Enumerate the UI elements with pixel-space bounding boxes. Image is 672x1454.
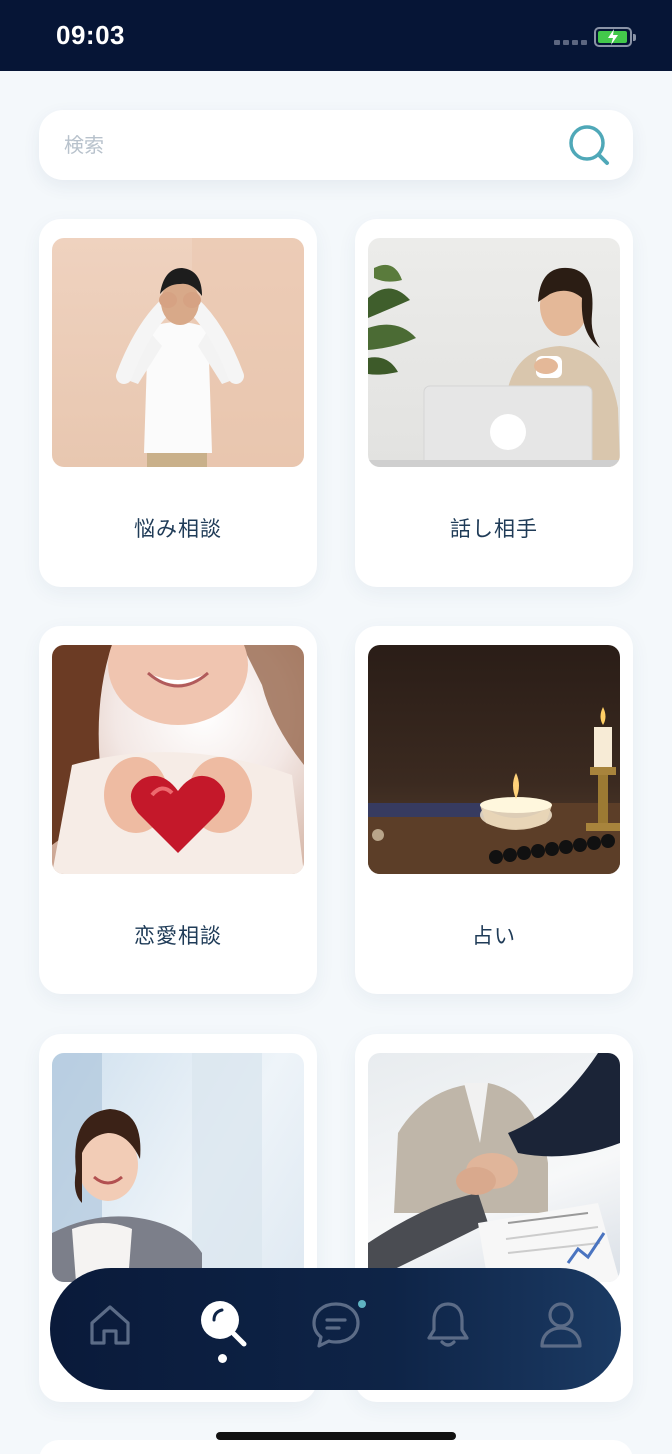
search-bar[interactable] bbox=[39, 110, 633, 180]
status-time: 09:03 bbox=[56, 20, 125, 50]
category-card-love[interactable]: 恋愛相談 bbox=[39, 626, 317, 994]
category-card-7[interactable] bbox=[39, 1440, 633, 1454]
category-image-career bbox=[52, 1053, 304, 1282]
search-input[interactable] bbox=[64, 129, 544, 161]
status-bar: 09:03 bbox=[0, 0, 672, 71]
search-icon[interactable] bbox=[196, 1296, 248, 1348]
category-card-worry[interactable]: 悩み相談 bbox=[39, 219, 317, 587]
signal-icon bbox=[554, 40, 587, 45]
category-image-fortune bbox=[368, 645, 620, 874]
category-image-conversation bbox=[368, 238, 620, 467]
search-icon[interactable] bbox=[566, 123, 610, 167]
active-indicator bbox=[218, 1354, 227, 1363]
home-indicator bbox=[216, 1432, 456, 1440]
bell-icon[interactable] bbox=[424, 1300, 472, 1350]
battery-charging-icon bbox=[594, 27, 636, 47]
category-image-worry bbox=[52, 238, 304, 467]
category-image-love bbox=[52, 645, 304, 874]
category-label: 悩み相談 bbox=[134, 517, 222, 541]
chat-icon[interactable] bbox=[310, 1300, 366, 1350]
category-label: 占い bbox=[472, 924, 516, 948]
category-label: 話し相手 bbox=[450, 517, 538, 541]
category-label: 恋愛相談 bbox=[134, 924, 222, 948]
category-card-fortune[interactable]: 占い bbox=[355, 626, 633, 994]
category-image-business bbox=[368, 1053, 620, 1282]
bottom-nav bbox=[50, 1268, 621, 1390]
home-icon[interactable] bbox=[86, 1301, 134, 1349]
user-icon[interactable] bbox=[537, 1300, 585, 1350]
category-card-conversation[interactable]: 話し相手 bbox=[355, 219, 633, 587]
